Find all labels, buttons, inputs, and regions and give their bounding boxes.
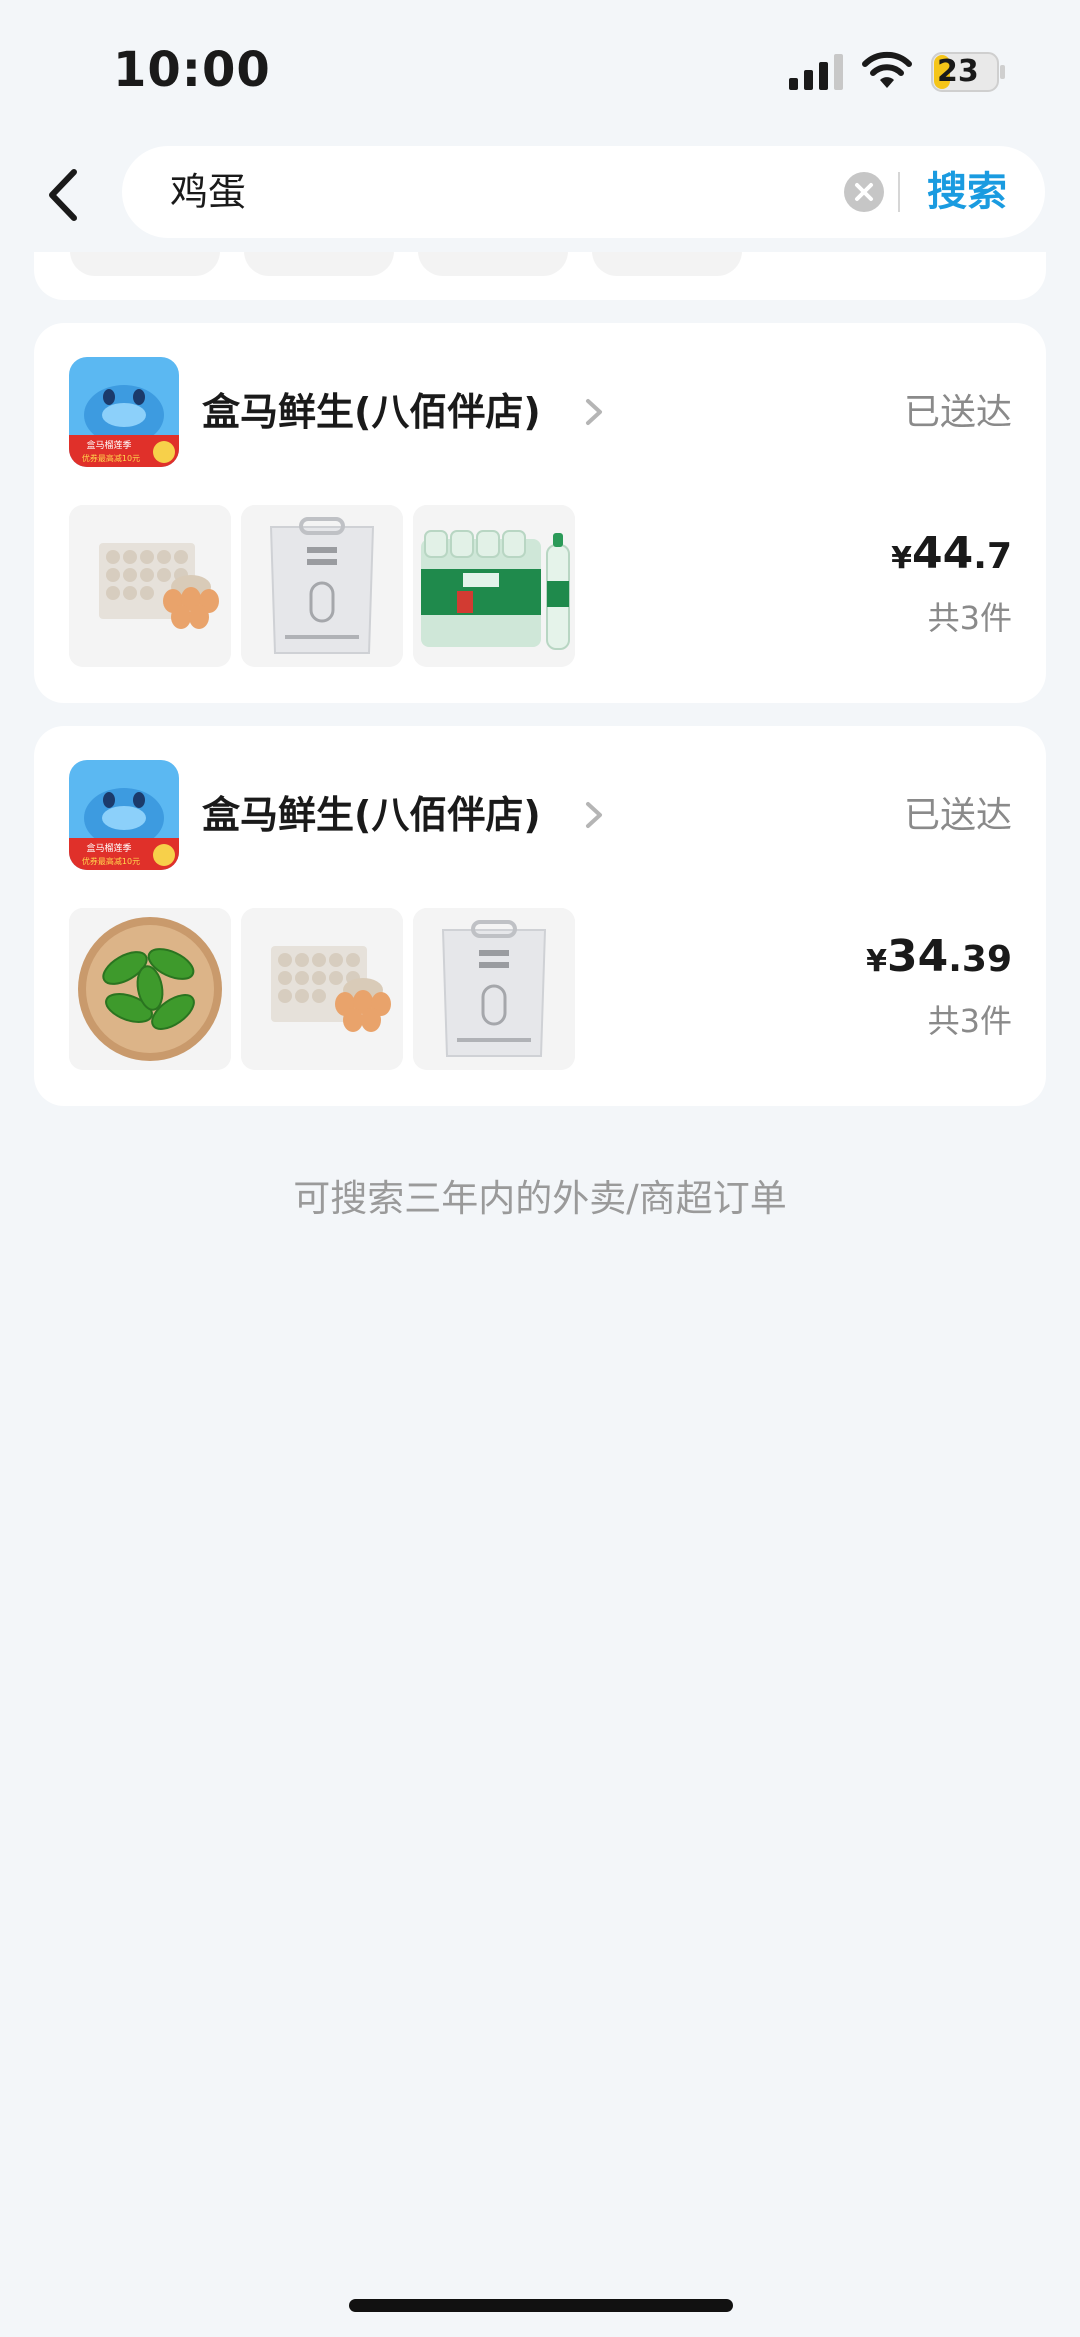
price-integer: 34 [886,931,949,982]
filter-chip[interactable] [70,252,220,276]
hema-store-logo: 盒马榴莲季 优券最高减10元 [69,357,179,467]
clear-icon[interactable] [844,172,884,212]
search-header: 搜索 [0,140,1080,250]
battery-level: 23 [937,54,979,89]
order-status: 已送达 [903,795,1012,836]
price-currency: ¥ [891,541,913,576]
status-bar: 10:00 23 [0,0,1080,140]
logo-banner-text: 优券最高减10元 [82,453,140,463]
logo-banner-text: 盒马榴莲季 [86,842,131,854]
rice-bag-thumbnail[interactable] [413,908,575,1070]
filter-chip[interactable] [592,252,742,276]
cellular-signal-icon [789,54,843,90]
order-price: ¥34.39 [866,931,1012,982]
price-decimal: .39 [948,939,1012,980]
chevron-right-icon[interactable] [582,393,606,431]
order-price: ¥44.7 [891,528,1012,579]
store-name[interactable]: 盒马鲜生(八佰伴店) [202,784,541,839]
price-decimal: .7 [973,536,1012,577]
wifi-icon [862,51,912,88]
egg-tray-thumbnail[interactable] [241,908,403,1070]
item-count: 共3件 [927,599,1012,637]
price-currency: ¥ [866,944,887,979]
search-divider [898,172,900,212]
item-count: 共3件 [927,1002,1012,1040]
filter-strip [34,252,1046,300]
order-status: 已送达 [903,392,1012,433]
filter-chip[interactable] [418,252,568,276]
rice-bag-thumbnail[interactable] [241,505,403,667]
search-input[interactable] [170,146,890,238]
egg-tray-thumbnail[interactable] [69,505,231,667]
filter-chip[interactable] [244,252,394,276]
water-bottles-thumbnail[interactable] [413,505,575,667]
hema-store-logo: 盒马榴莲季 优券最高减10元 [69,760,179,870]
search-scope-hint: 可搜索三年内的外卖/商超订单 [293,1177,787,1220]
search-box: 搜索 [122,146,1045,238]
order-card[interactable]: 盒马榴莲季 优券最高减10元 盒马鲜生(八佰伴店) 已送达 [34,323,1046,703]
search-button[interactable]: 搜索 [927,146,1007,238]
chevron-right-icon[interactable] [582,796,606,834]
green-peppers-thumbnail[interactable] [69,908,231,1070]
back-button[interactable] [40,162,86,228]
price-integer: 44 [912,528,974,579]
home-indicator[interactable] [349,2299,733,2312]
store-name[interactable]: 盒马鲜生(八佰伴店) [202,381,541,436]
logo-banner-text: 优券最高减10元 [82,856,140,866]
order-card[interactable]: 盒马榴莲季 优券最高减10元 盒马鲜生(八佰伴店) 已送达 [34,726,1046,1106]
logo-banner-text: 盒马榴莲季 [86,439,131,451]
status-time: 10:00 [113,42,271,98]
